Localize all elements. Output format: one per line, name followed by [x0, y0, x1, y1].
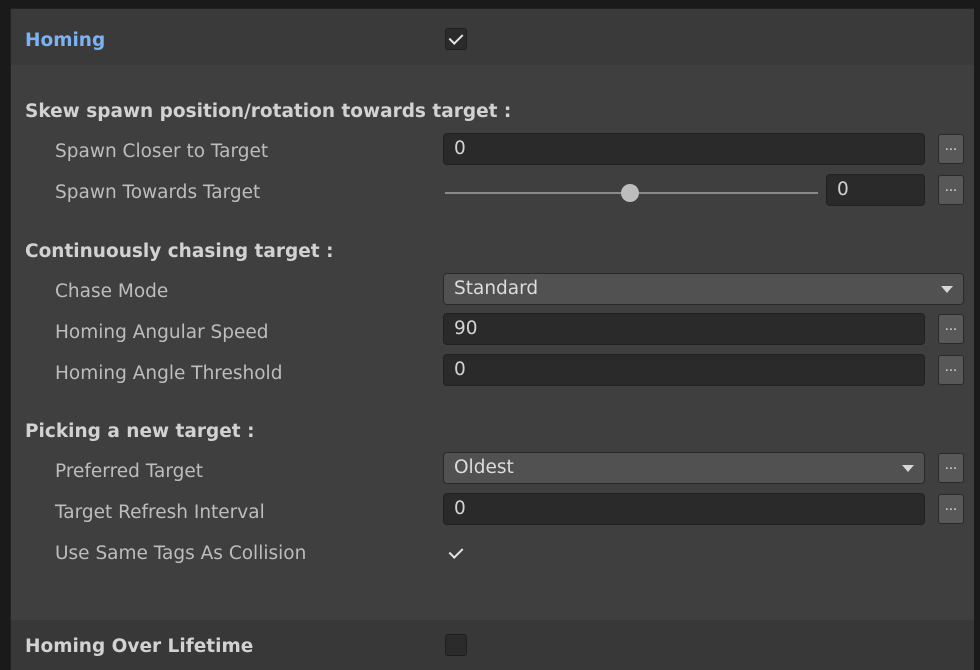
spawn-towards-label: Spawn Towards Target	[55, 182, 261, 203]
spawn-closer-label: Spawn Closer to Target	[55, 141, 269, 162]
homing-header: Homing	[11, 9, 974, 65]
spawn-towards-slider-thumb[interactable]	[621, 184, 639, 202]
spawn-towards-input[interactable]: 0	[826, 174, 925, 206]
preferred-target-dropdown[interactable]: Oldest	[443, 452, 925, 484]
spawn-closer-more-button[interactable]: ...	[938, 134, 964, 164]
same-tags-checkbox[interactable]	[445, 542, 467, 564]
picking-section-heading: Picking a new target :	[25, 421, 255, 442]
chasing-section-heading: Continuously chasing target :	[25, 241, 334, 262]
homing-enabled-checkbox[interactable]	[445, 28, 467, 50]
refresh-interval-label: Target Refresh Interval	[55, 502, 265, 523]
homing-panel: Homing Skew spawn position/rotation towa…	[10, 8, 974, 670]
angular-speed-more-button[interactable]: ...	[938, 314, 964, 344]
same-tags-label: Use Same Tags As Collision	[55, 543, 307, 564]
homing-settings-pane: Skew spawn position/rotation towards tar…	[11, 65, 974, 620]
preferred-target-label: Preferred Target	[55, 461, 204, 482]
angle-threshold-more-button[interactable]: ...	[938, 355, 964, 385]
angular-speed-input[interactable]: 90	[443, 313, 925, 345]
angle-threshold-input[interactable]: 0	[443, 354, 925, 386]
refresh-interval-input[interactable]: 0	[443, 493, 925, 525]
chase-mode-value: Standard	[454, 278, 539, 299]
preferred-target-value: Oldest	[454, 457, 514, 478]
lifetime-row: Homing Over Lifetime	[11, 620, 974, 670]
refresh-interval-more-button[interactable]: ...	[938, 494, 964, 524]
angular-speed-label: Homing Angular Speed	[55, 322, 269, 343]
chevron-down-icon	[902, 465, 914, 472]
homing-title[interactable]: Homing	[25, 30, 105, 52]
chase-mode-dropdown[interactable]: Standard	[443, 273, 964, 305]
homing-over-lifetime-checkbox[interactable]	[445, 634, 467, 656]
spawn-towards-more-button[interactable]: ...	[938, 175, 964, 205]
preferred-target-more-button[interactable]: ...	[938, 453, 964, 483]
spawn-closer-input[interactable]: 0	[443, 133, 925, 165]
angle-threshold-label: Homing Angle Threshold	[55, 363, 283, 384]
chevron-down-icon	[941, 286, 953, 293]
homing-over-lifetime-label[interactable]: Homing Over Lifetime	[25, 636, 253, 658]
chase-mode-label: Chase Mode	[55, 281, 169, 302]
skew-section-heading: Skew spawn position/rotation towards tar…	[25, 101, 512, 122]
